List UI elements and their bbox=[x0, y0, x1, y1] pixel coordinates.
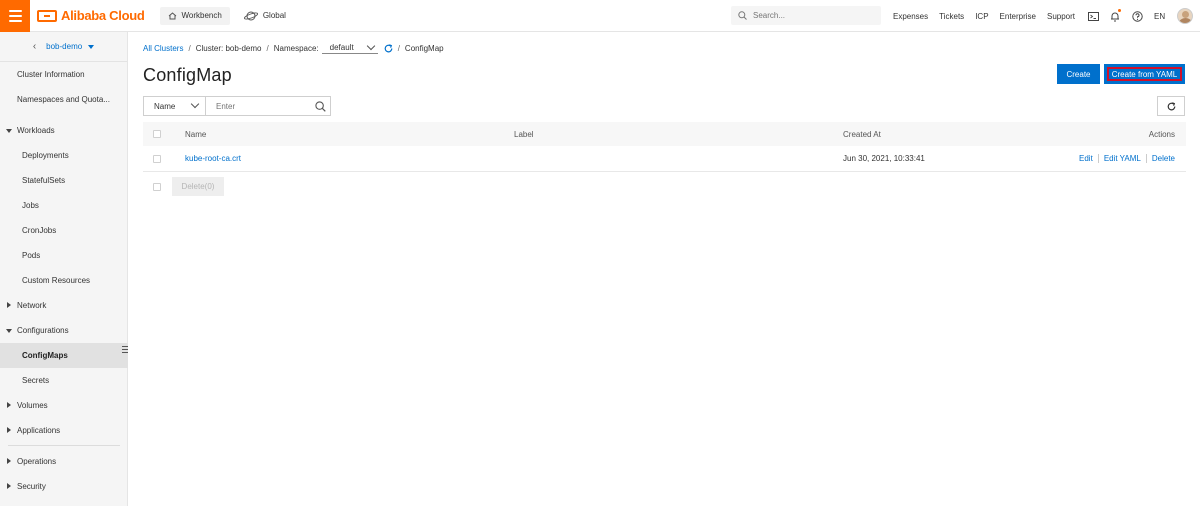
search-icon[interactable] bbox=[315, 100, 326, 112]
table-row: kube-root-ca.crt Jun 30, 2021, 10:33:41 … bbox=[143, 146, 1186, 172]
sidebar-group-network[interactable]: Network bbox=[0, 293, 128, 318]
user-avatar[interactable] bbox=[1177, 8, 1194, 24]
column-header-actions: Actions bbox=[1148, 129, 1175, 139]
sidebar-item-cronjobs[interactable]: CronJobs bbox=[0, 218, 128, 243]
brand-logo[interactable]: Alibaba Cloud bbox=[37, 0, 145, 32]
action-divider bbox=[1145, 154, 1147, 163]
menu-icon[interactable] bbox=[0, 0, 30, 32]
sidebar-group-operations[interactable]: Operations bbox=[0, 449, 128, 474]
chevron-left-icon[interactable]: ‹ bbox=[33, 41, 36, 52]
home-icon bbox=[168, 11, 176, 19]
footer-select-all-checkbox[interactable] bbox=[153, 183, 161, 191]
brand-name: Alibaba Cloud bbox=[61, 8, 145, 23]
sidebar-group-configurations[interactable]: Configurations bbox=[0, 318, 128, 343]
action-divider bbox=[1097, 154, 1099, 163]
region-selector[interactable]: Global bbox=[243, 10, 286, 22]
sidebar-item-custom-resources[interactable]: Custom Resources bbox=[0, 268, 128, 293]
icp-link[interactable]: ICP bbox=[975, 12, 988, 21]
chevron-down-icon bbox=[190, 99, 200, 109]
notification-dot bbox=[1118, 9, 1122, 12]
column-header-name: Name bbox=[185, 129, 207, 139]
top-navigation-bar: Alibaba Cloud Workbench Global Expenses … bbox=[0, 0, 1200, 32]
breadcrumb-separator: / bbox=[188, 43, 191, 53]
region-label: Global bbox=[262, 11, 286, 20]
filter-bar: Name bbox=[143, 96, 331, 116]
edit-link[interactable]: Edit bbox=[1079, 154, 1093, 163]
refresh-namespace-icon[interactable] bbox=[384, 43, 393, 53]
table-header: Name Label Created At Actions bbox=[143, 122, 1186, 146]
sidebar: ‹ bob-demo Cluster Information Namespace… bbox=[0, 32, 128, 506]
namespace-select[interactable]: default bbox=[321, 41, 378, 54]
sidebar-item-statefulsets[interactable]: StatefulSets bbox=[0, 168, 128, 193]
filter-field-select[interactable]: Name bbox=[143, 96, 206, 116]
sidebar-group-applications[interactable]: Applications bbox=[0, 418, 128, 443]
breadcrumb: All Clusters / Cluster: bob-demo / Names… bbox=[143, 41, 444, 54]
sidebar-item-secrets[interactable]: Secrets bbox=[0, 368, 128, 393]
breadcrumb-all-clusters[interactable]: All Clusters bbox=[143, 44, 183, 53]
sidebar-group-volumes[interactable]: Volumes bbox=[0, 393, 128, 418]
sidebar-group-workloads[interactable]: Workloads bbox=[0, 118, 128, 143]
row-checkbox[interactable] bbox=[153, 154, 161, 163]
global-search[interactable] bbox=[731, 6, 881, 25]
breadcrumb-cluster: Cluster: bob-demo bbox=[195, 43, 262, 53]
sidebar-collapse-icon[interactable] bbox=[122, 346, 129, 356]
sidebar-item-namespaces[interactable]: Namespaces and Quota... bbox=[0, 87, 128, 112]
terminal-icon[interactable] bbox=[1086, 9, 1100, 23]
breadcrumb-separator: / bbox=[397, 43, 400, 53]
main-content: All Clusters / Cluster: bob-demo / Names… bbox=[143, 32, 1186, 506]
table-footer: Delete(0) bbox=[143, 172, 1186, 202]
sidebar-item-pods[interactable]: Pods bbox=[0, 243, 128, 268]
alibaba-cloud-logo-icon bbox=[37, 9, 57, 22]
top-links: Expenses Tickets ICP Enterprise Support … bbox=[893, 0, 1194, 32]
help-icon[interactable] bbox=[1130, 9, 1144, 23]
delete-link[interactable]: Delete bbox=[1152, 154, 1175, 163]
configmap-created-at: Jun 30, 2021, 10:33:41 bbox=[843, 154, 925, 163]
page-title: ConfigMap bbox=[143, 65, 232, 85]
sidebar-item-configmaps[interactable]: ConfigMaps bbox=[0, 343, 128, 368]
sidebar-item-cluster-information[interactable]: Cluster Information bbox=[0, 62, 128, 87]
create-button[interactable]: Create bbox=[1057, 64, 1100, 84]
expenses-link[interactable]: Expenses bbox=[893, 12, 928, 21]
configmap-table: Name Label Created At Actions kube-root-… bbox=[143, 122, 1186, 202]
sidebar-item-jobs[interactable]: Jobs bbox=[0, 193, 128, 218]
language-switcher[interactable]: EN bbox=[1154, 12, 1165, 21]
cluster-name: bob-demo bbox=[46, 42, 83, 51]
global-search-input[interactable] bbox=[753, 11, 863, 20]
edit-yaml-link[interactable]: Edit YAML bbox=[1104, 154, 1141, 163]
select-all-checkbox[interactable] bbox=[153, 130, 161, 138]
filter-field-value: Name bbox=[154, 101, 176, 111]
sidebar-divider bbox=[8, 445, 120, 446]
refresh-icon bbox=[1167, 101, 1175, 110]
filter-search-input[interactable] bbox=[216, 101, 306, 111]
workbench-label: Workbench bbox=[181, 11, 222, 20]
breadcrumb-current: ConfigMap bbox=[404, 43, 444, 53]
support-link[interactable]: Support bbox=[1047, 12, 1075, 21]
create-from-yaml-button[interactable]: Create from YAML bbox=[1104, 64, 1185, 84]
cluster-switcher[interactable]: ‹ bob-demo bbox=[0, 32, 127, 62]
filter-search bbox=[206, 96, 331, 116]
batch-delete-button[interactable]: Delete(0) bbox=[172, 177, 224, 196]
caret-down-icon bbox=[88, 44, 95, 49]
configmap-name-link[interactable]: kube-root-ca.crt bbox=[185, 154, 241, 163]
tickets-link[interactable]: Tickets bbox=[939, 12, 964, 21]
refresh-list-button[interactable] bbox=[1157, 96, 1185, 116]
enterprise-link[interactable]: Enterprise bbox=[1000, 12, 1036, 21]
search-icon bbox=[738, 11, 747, 20]
create-from-yaml-label: Create from YAML bbox=[1107, 67, 1182, 81]
sidebar-group-security[interactable]: Security bbox=[0, 474, 128, 499]
globe-icon bbox=[243, 11, 258, 20]
sidebar-item-deployments[interactable]: Deployments bbox=[0, 143, 128, 168]
row-actions: Edit Edit YAML Delete bbox=[1079, 154, 1175, 163]
column-header-created-at: Created At bbox=[843, 129, 881, 139]
breadcrumb-namespace-label: Namespace: bbox=[273, 43, 319, 53]
column-header-label: Label bbox=[514, 129, 534, 139]
breadcrumb-separator: / bbox=[266, 43, 269, 53]
workbench-button[interactable]: Workbench bbox=[159, 6, 230, 25]
namespace-value: default bbox=[329, 43, 354, 52]
chevron-down-icon bbox=[366, 41, 375, 50]
bell-icon[interactable] bbox=[1108, 9, 1122, 23]
